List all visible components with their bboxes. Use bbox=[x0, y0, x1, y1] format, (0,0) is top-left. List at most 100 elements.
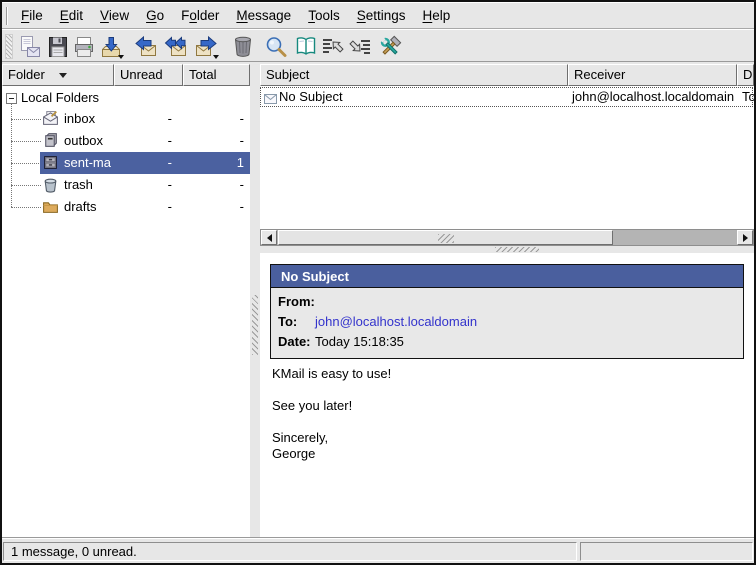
menu-folder[interactable]: Folder bbox=[174, 5, 226, 26]
horizontal-splitter[interactable] bbox=[260, 246, 754, 253]
menu-file[interactable]: File bbox=[14, 5, 50, 26]
save-button[interactable] bbox=[44, 33, 71, 60]
folder-total-count: - bbox=[182, 199, 244, 214]
save-icon bbox=[46, 35, 70, 59]
collapse-expander-icon[interactable] bbox=[6, 93, 17, 104]
address-book-icon bbox=[294, 35, 318, 59]
search-icon bbox=[264, 35, 288, 59]
folder-unread-count: - bbox=[114, 133, 172, 148]
kmail-window: File Edit View Go Folder Message Tools S… bbox=[0, 0, 756, 565]
receiver-column-header[interactable]: Receiver bbox=[568, 64, 737, 86]
menu-go[interactable]: Go bbox=[139, 5, 171, 26]
scroll-left-button[interactable] bbox=[261, 230, 277, 245]
total-column-label: Total bbox=[189, 67, 216, 82]
folder-column-label: Folder bbox=[8, 67, 45, 82]
message-title: No Subject bbox=[271, 265, 743, 288]
receiver-column-label: Receiver bbox=[574, 67, 625, 82]
check-mail-dropdown-arrow[interactable] bbox=[118, 55, 124, 59]
scrollbar-thumb[interactable] bbox=[278, 230, 613, 245]
date-value: Today 15:18:35 bbox=[313, 332, 404, 352]
statusbar-message-panel: 1 message, 0 unread. bbox=[3, 542, 577, 561]
message-body: KMail is easy to use! See you later! Sin… bbox=[272, 366, 744, 462]
folder-item-outbox[interactable]: outbox - - bbox=[2, 130, 250, 152]
menubar-drag-handle[interactable] bbox=[6, 7, 8, 25]
statusbar-message: 1 message, 0 unread. bbox=[11, 544, 137, 559]
folder-item-inbox[interactable]: inbox - - bbox=[2, 108, 250, 130]
print-icon bbox=[72, 35, 96, 59]
folder-pane-header: Folder Unread Total bbox=[2, 64, 250, 86]
folder-total-count: 1 bbox=[182, 155, 244, 170]
unread-column-label: Unread bbox=[120, 67, 163, 82]
right-arrow-icon bbox=[743, 234, 748, 242]
folder-name: inbox bbox=[64, 111, 95, 126]
date-column-label: Date bbox=[743, 67, 754, 82]
folder-root-label: Local Folders bbox=[21, 88, 99, 108]
trash-folder-icon bbox=[42, 176, 59, 196]
forward-dropdown-arrow[interactable] bbox=[213, 55, 219, 59]
sort-arrow-icon bbox=[59, 73, 67, 78]
folder-unread-count: - bbox=[114, 199, 172, 214]
next-unread-button[interactable] bbox=[346, 33, 373, 60]
new-message-button[interactable] bbox=[16, 33, 43, 60]
folder-column-header[interactable]: Folder bbox=[2, 64, 114, 86]
menu-view[interactable]: View bbox=[93, 5, 136, 26]
reply-button[interactable] bbox=[132, 33, 159, 60]
print-button[interactable] bbox=[70, 33, 97, 60]
folder-total-count: - bbox=[182, 111, 244, 126]
folder-root-local-folders[interactable]: Local Folders bbox=[2, 88, 250, 108]
reply-all-icon bbox=[164, 35, 188, 59]
folder-name: drafts bbox=[64, 199, 97, 214]
check-mail-button[interactable] bbox=[97, 33, 124, 60]
menu-message[interactable]: Message bbox=[229, 5, 298, 26]
date-label: Date: bbox=[271, 332, 313, 352]
message-header-box: No Subject From: To: john@localhost.loca… bbox=[270, 264, 744, 359]
to-label: To: bbox=[271, 312, 313, 332]
search-button[interactable] bbox=[262, 33, 289, 60]
previous-unread-button[interactable] bbox=[319, 33, 346, 60]
folder-tree-pane: Local Folders inbox - - bbox=[2, 86, 250, 537]
address-book-button[interactable] bbox=[292, 33, 319, 60]
trash-icon bbox=[231, 35, 255, 59]
menu-settings[interactable]: Settings bbox=[350, 5, 413, 26]
inbox-icon bbox=[42, 110, 59, 130]
new-message-icon bbox=[18, 35, 42, 59]
toolbar-drag-handle[interactable] bbox=[5, 34, 13, 59]
to-address-link[interactable]: john@localhost.localdomain bbox=[313, 312, 477, 332]
from-label: From: bbox=[271, 292, 313, 312]
tools-button[interactable] bbox=[376, 33, 403, 60]
splitter-grip bbox=[495, 247, 539, 252]
scroll-right-button[interactable] bbox=[737, 230, 753, 245]
drafts-folder-icon bbox=[42, 198, 59, 218]
folder-item-trash[interactable]: trash - - bbox=[2, 174, 250, 196]
left-arrow-icon bbox=[267, 234, 272, 242]
folder-item-drafts[interactable]: drafts - - bbox=[2, 196, 250, 218]
message-row[interactable]: No Subject john@localhost.localdomain To… bbox=[260, 87, 753, 107]
message-list-pane: No Subject john@localhost.localdomain To… bbox=[260, 86, 754, 229]
menu-tools[interactable]: Tools bbox=[301, 5, 347, 26]
folder-total-count: - bbox=[182, 133, 244, 148]
next-unread-icon bbox=[348, 35, 372, 59]
statusbar-right-panel bbox=[580, 542, 753, 561]
vertical-splitter[interactable] bbox=[250, 64, 260, 537]
folder-unread-count: - bbox=[114, 111, 172, 126]
trash-button[interactable] bbox=[229, 33, 256, 60]
toolbar bbox=[2, 29, 754, 62]
horizontal-scrollbar[interactable] bbox=[260, 229, 754, 246]
message-preview-pane: No Subject From: To: john@localhost.loca… bbox=[260, 253, 754, 537]
menu-edit[interactable]: Edit bbox=[53, 5, 90, 26]
menu-help[interactable]: Help bbox=[416, 5, 458, 26]
folder-name: sent-ma bbox=[64, 155, 111, 170]
subject-column-header[interactable]: Subject bbox=[260, 64, 568, 86]
reply-all-button[interactable] bbox=[162, 33, 189, 60]
outbox-icon bbox=[42, 132, 59, 152]
folder-item-sent-ma[interactable]: sent-ma - 1 bbox=[2, 152, 250, 174]
tools-icon bbox=[378, 35, 402, 59]
unread-column-header[interactable]: Unread bbox=[114, 64, 183, 86]
previous-unread-icon bbox=[321, 35, 345, 59]
subject-column-label: Subject bbox=[266, 67, 309, 82]
total-column-header[interactable]: Total bbox=[183, 64, 250, 86]
forward-button[interactable] bbox=[192, 33, 219, 60]
date-column-header[interactable]: Date bbox=[737, 64, 754, 86]
folder-name: trash bbox=[64, 177, 93, 192]
statusbar: 1 message, 0 unread. bbox=[2, 538, 754, 563]
